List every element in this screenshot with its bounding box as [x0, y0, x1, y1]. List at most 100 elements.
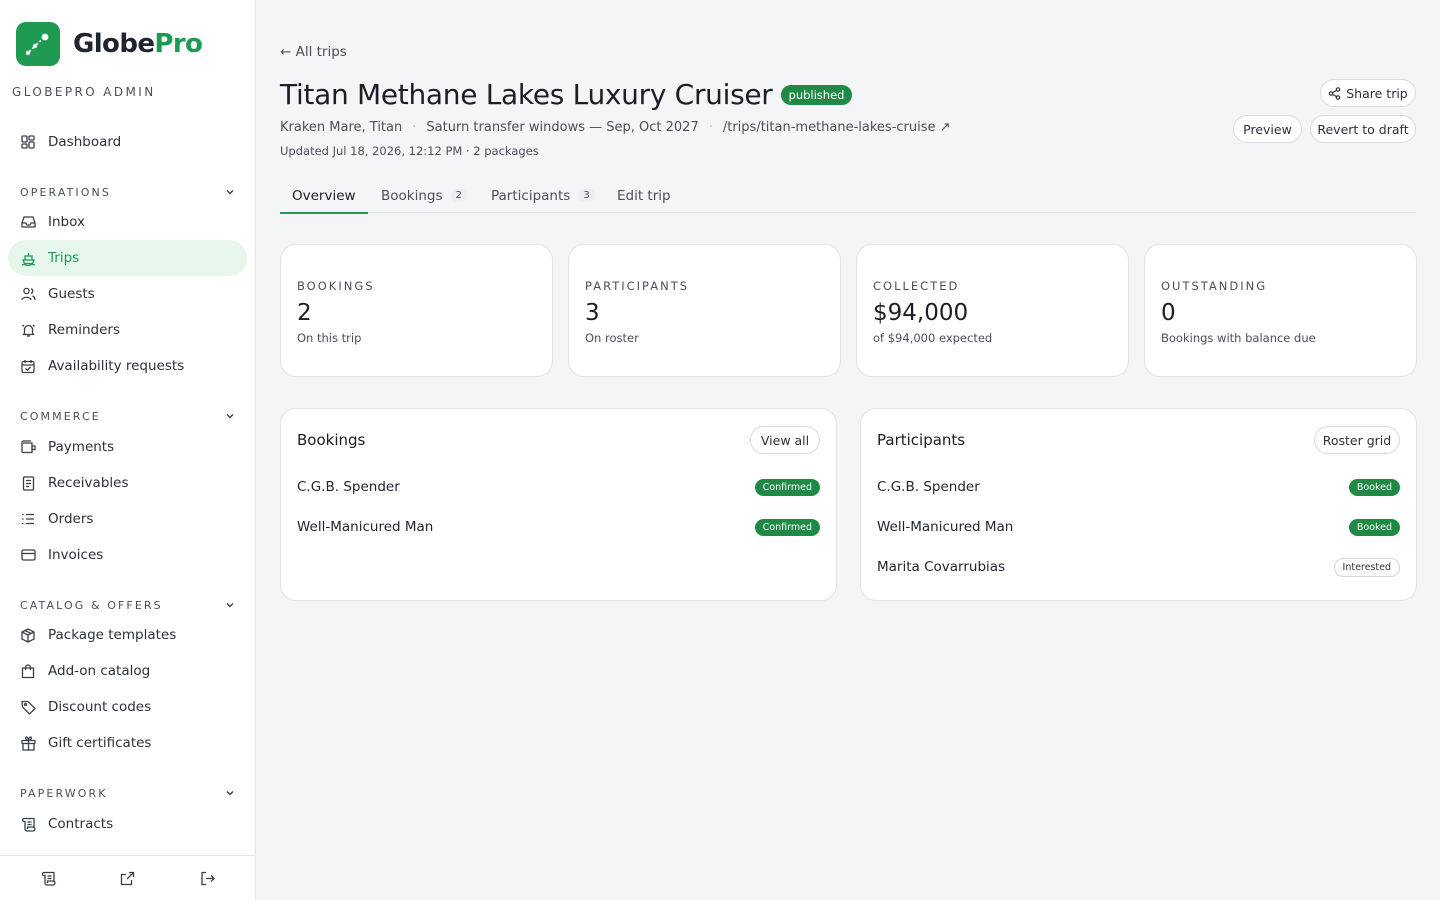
external-link-icon[interactable]: [118, 869, 136, 887]
sidebar-item-label: Availability requests: [48, 358, 185, 374]
chevron-down-icon: [224, 186, 236, 198]
sidebar-item-dashboard[interactable]: Dashboard: [8, 124, 247, 160]
receipt-icon: [20, 475, 36, 491]
meta-separator: ·: [412, 120, 417, 135]
users-icon: [20, 286, 36, 302]
sidebar-item-label: Package templates: [48, 627, 177, 643]
package-icon: [20, 627, 36, 643]
sidebar-item-label: Payments: [48, 439, 115, 455]
preview-button[interactable]: Preview: [1233, 115, 1302, 143]
sidebar-item-payments[interactable]: Payments: [8, 429, 247, 465]
brand[interactable]: GlobePro: [16, 22, 203, 66]
gift-icon: [20, 735, 36, 751]
participant-name[interactable]: Well-Manicured Man: [877, 519, 1013, 535]
participants-panel: Participants Roster grid C.G.B. Spender …: [860, 408, 1417, 601]
sidebar-item-label: Discount codes: [48, 699, 152, 715]
panel-title: Bookings: [297, 431, 366, 449]
share-icon: [1328, 86, 1341, 100]
sidebar-item-trips[interactable]: Trips: [8, 240, 247, 276]
tab-label: Edit trip: [617, 187, 671, 204]
stat-value: 3: [585, 300, 600, 326]
tag-icon: [20, 699, 36, 715]
sidebar-item-receivables[interactable]: Receivables: [8, 465, 247, 501]
roster-grid-button[interactable]: Roster grid: [1314, 426, 1400, 454]
sidebar-item-orders[interactable]: Orders: [8, 501, 247, 537]
chevron-down-icon: [224, 787, 236, 799]
sidebar-item-label: Inbox: [48, 214, 85, 230]
ship-icon: [20, 250, 36, 266]
participant-row: Marita Covarrubias Interested: [877, 555, 1400, 579]
view-all-button[interactable]: View all: [750, 426, 820, 454]
bell-icon: [20, 322, 36, 338]
section-operations[interactable]: OPERATIONS: [20, 182, 236, 202]
sidebar-item-label: Add-on catalog: [48, 663, 151, 679]
sidebar-item-guests[interactable]: Guests: [8, 276, 247, 312]
stat-subtext: On roster: [585, 331, 639, 345]
tab-overview[interactable]: Overview: [280, 178, 368, 214]
sidebar-item-gift-certificates[interactable]: Gift certificates: [8, 725, 247, 761]
stat-label: OUTSTANDING: [1161, 279, 1268, 293]
scroll-icon: [20, 816, 36, 832]
share-trip-button[interactable]: Share trip: [1320, 79, 1416, 107]
section-catalog-offers[interactable]: CATALOG & OFFERS: [20, 595, 236, 615]
back-link[interactable]: ← All trips: [280, 44, 347, 60]
section-label: CATALOG & OFFERS: [20, 598, 163, 612]
shopping-bag-icon: [20, 663, 36, 679]
sidebar-item-inbox[interactable]: Inbox: [8, 204, 247, 240]
main-content: ← All trips Titan Methane Lakes Luxury C…: [256, 0, 1440, 900]
calendar-check-icon: [20, 358, 36, 374]
sidebar-item-label: Receivables: [48, 475, 129, 491]
stat-value: 0: [1161, 300, 1176, 326]
scroll-icon[interactable]: [39, 869, 57, 887]
stat-card-bookings: BOOKINGS 2 On this trip: [280, 244, 553, 377]
stat-label: BOOKINGS: [297, 279, 375, 293]
credit-card-icon: [20, 547, 36, 563]
chevron-down-icon: [224, 410, 236, 422]
tab-label: Bookings: [381, 187, 443, 204]
booking-name[interactable]: Well-Manicured Man: [297, 519, 433, 535]
stat-card-participants: PARTICIPANTS 3 On roster: [568, 244, 841, 377]
section-label: PAPERWORK: [20, 786, 108, 800]
sidebar-item-discount-codes[interactable]: Discount codes: [8, 689, 247, 725]
wallet-icon: [20, 439, 36, 455]
trip-slug-link[interactable]: /trips/titan-methane-lakes-cruise ↗: [723, 120, 951, 135]
tab-label: Participants: [491, 187, 571, 204]
title-row: Titan Methane Lakes Luxury Cruiser publi…: [280, 78, 853, 111]
tab-label: Overview: [292, 187, 356, 204]
participant-name[interactable]: Marita Covarrubias: [877, 559, 1005, 575]
logo-icon: [16, 22, 60, 66]
admin-label: GLOBEPRO ADMIN: [12, 85, 156, 99]
sidebar-item-invoices[interactable]: Invoices: [8, 537, 247, 573]
section-commerce[interactable]: COMMERCE: [20, 406, 236, 426]
sidebar-item-contracts[interactable]: Contracts: [8, 806, 247, 842]
participant-row: C.G.B. Spender Booked: [877, 475, 1400, 499]
sidebar-item-package-templates[interactable]: Package templates: [8, 617, 247, 653]
section-label: COMMERCE: [20, 409, 101, 423]
sidebar: GlobePro GLOBEPRO ADMIN Dashboard OPERAT…: [0, 0, 256, 900]
inbox-icon: [20, 214, 36, 230]
sidebar-item-availability-requests[interactable]: Availability requests: [8, 348, 247, 384]
trip-meta: Kraken Mare, Titan · Saturn transfer win…: [280, 120, 951, 135]
stat-label: PARTICIPANTS: [585, 279, 690, 293]
status-badge: Booked: [1348, 518, 1400, 536]
sidebar-item-add-on-catalog[interactable]: Add-on catalog: [8, 653, 247, 689]
sidebar-item-label: Reminders: [48, 322, 120, 338]
sidebar-item-reminders[interactable]: Reminders: [8, 312, 247, 348]
booking-name[interactable]: C.G.B. Spender: [297, 479, 400, 495]
status-badge: Confirmed: [754, 518, 820, 536]
booking-row: C.G.B. Spender Confirmed: [297, 475, 820, 499]
updated-info: Updated Jul 18, 2026, 12:12 PM · 2 packa…: [280, 144, 539, 158]
participant-name[interactable]: C.G.B. Spender: [877, 479, 980, 495]
share-trip-label: Share trip: [1346, 85, 1408, 101]
sidebar-item-label: Trips: [48, 250, 80, 266]
logout-icon[interactable]: [198, 869, 216, 887]
stat-value: $94,000: [873, 300, 969, 326]
revert-to-draft-button[interactable]: Revert to draft: [1310, 115, 1416, 143]
tab-bookings[interactable]: Bookings 2: [369, 178, 479, 213]
sidebar-item-label: Dashboard: [48, 134, 122, 150]
stat-card-outstanding: OUTSTANDING 0 Bookings with balance due: [1144, 244, 1417, 377]
tab-participants[interactable]: Participants 3: [479, 178, 607, 213]
panel-title: Participants: [877, 431, 966, 449]
tab-edit-trip[interactable]: Edit trip: [605, 178, 683, 213]
section-paperwork[interactable]: PAPERWORK: [20, 783, 236, 803]
